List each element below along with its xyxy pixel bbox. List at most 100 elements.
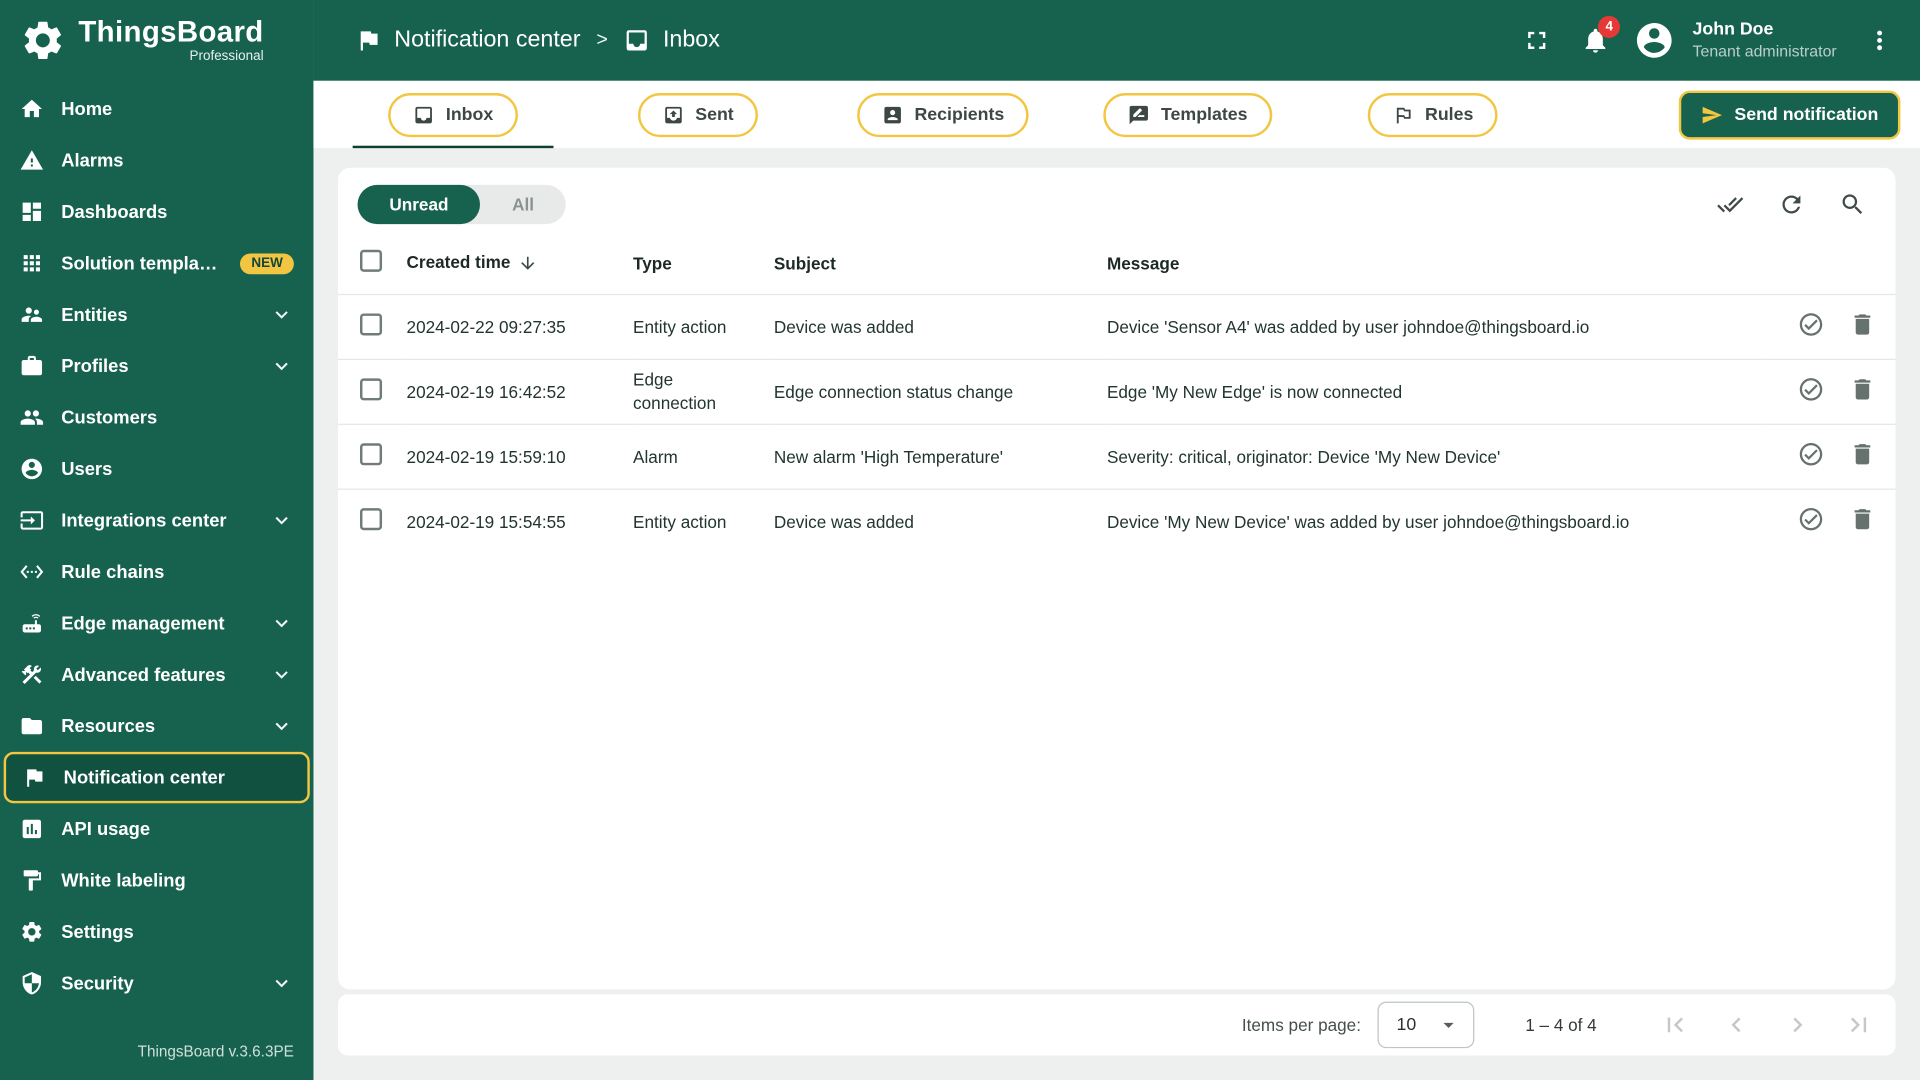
notifications-button[interactable]: 4: [1570, 15, 1621, 66]
ethernet-icon: [20, 565, 44, 579]
sidebar-item-label: Profiles: [61, 355, 129, 377]
row-checkbox[interactable]: [360, 442, 383, 465]
sidebar-item-solution-templates[interactable]: Solution templates NEW: [0, 238, 313, 289]
cell-created-time: 2024-02-19 15:54:55: [406, 488, 634, 555]
app-version: ThingsBoard v.3.6.3PE: [137, 1043, 294, 1061]
fullscreen-icon: [1528, 31, 1546, 49]
user-avatar[interactable]: [1629, 15, 1680, 66]
refresh-button[interactable]: [1778, 191, 1805, 218]
delete-notification-button[interactable]: [1849, 505, 1876, 532]
search-icon: [1842, 194, 1863, 215]
sidebar-item-profiles[interactable]: Profiles: [0, 340, 313, 391]
sidebar-item-users[interactable]: Users: [0, 443, 313, 494]
tab-inbox[interactable]: Inbox: [388, 92, 518, 137]
column-header-type: Type: [633, 252, 672, 273]
paint-icon: [23, 870, 42, 891]
row-checkbox[interactable]: [360, 507, 383, 530]
first-page-button[interactable]: [1660, 1010, 1689, 1039]
mark-as-read-button[interactable]: [1798, 375, 1825, 402]
breadcrumb-label: Notification center: [394, 26, 581, 53]
trash-icon: [1854, 378, 1871, 399]
tab-recipients[interactable]: Recipients: [856, 92, 1029, 137]
delete-notification-button[interactable]: [1849, 375, 1876, 402]
tab-rules[interactable]: Rules: [1367, 92, 1498, 137]
sidebar-item-home[interactable]: Home: [0, 83, 313, 134]
sidebar-item-label: Alarms: [61, 150, 124, 171]
sidebar-item-label: Notification center: [63, 767, 225, 788]
dashboard-icon: [22, 202, 42, 222]
sidebar: ThingsBoard Professional Home Alarms Dashb…: [0, 0, 314, 1080]
row-checkbox[interactable]: [360, 377, 383, 400]
top-bar-actions: 4 John Doe Tenant administrator: [1511, 15, 1905, 66]
read-filter-toggle: Unread All: [357, 184, 566, 225]
mark-as-read-button[interactable]: [1798, 505, 1825, 532]
search-button[interactable]: [1839, 191, 1866, 218]
previous-page-button[interactable]: [1722, 1010, 1751, 1039]
breadcrumb-inbox[interactable]: Inbox: [624, 27, 720, 54]
sidebar-item-advanced-features[interactable]: Advanced features: [0, 649, 313, 700]
sidebar-item-api-usage[interactable]: API usage: [0, 803, 313, 854]
breadcrumb-separator: >: [596, 29, 608, 51]
mark-as-read-button[interactable]: [1798, 440, 1825, 467]
cell-subject: New alarm 'High Temperature': [773, 423, 1107, 490]
flag-outline-icon: [1396, 107, 1411, 123]
filter-unread-option[interactable]: Unread: [357, 184, 481, 225]
tab-label: Recipients: [914, 104, 1005, 125]
table-row[interactable]: 2024-02-19 15:54:55 Entity action Device w…: [337, 488, 1896, 555]
sidebar-item-label: Security: [61, 972, 134, 994]
table-row[interactable]: 2024-02-19 16:42:52 Edge connection Edge c…: [337, 358, 1896, 425]
tab-cell: Recipients: [820, 81, 1065, 148]
tab-cell: Templates: [1065, 81, 1310, 148]
dropdown-arrow-icon: [1442, 1022, 1454, 1028]
last-page-icon: [1850, 1017, 1867, 1033]
sidebar-menu: Home Alarms Dashboards Solution templates NE…: [0, 81, 313, 1029]
tab-sent[interactable]: Sent: [637, 92, 759, 137]
delete-notification-button[interactable]: [1849, 310, 1876, 337]
filter-all-option[interactable]: All: [480, 185, 566, 224]
cell-type: Alarm: [633, 423, 774, 490]
notifications-table: Created time Type Subject Message 2024-0…: [337, 231, 1896, 989]
more-menu-button[interactable]: [1854, 15, 1905, 66]
sidebar-item-dashboards[interactable]: Dashboards: [0, 186, 313, 237]
table-row[interactable]: 2024-02-22 09:27:35 Entity action Device w…: [337, 293, 1896, 360]
breadcrumb-notification-center[interactable]: Notification center: [355, 26, 581, 54]
row-checkbox[interactable]: [360, 312, 383, 335]
sidebar-item-integrations-center[interactable]: Integrations center: [0, 495, 313, 546]
inbox-toolbar: Unread All: [338, 168, 1896, 232]
sidebar-item-white-labeling[interactable]: White labeling: [0, 855, 313, 906]
sidebar-item-notification-center[interactable]: Notification center: [3, 751, 310, 804]
column-header-created-time[interactable]: Created time: [407, 231, 634, 294]
select-all-checkbox[interactable]: [360, 249, 383, 272]
tab-templates[interactable]: Templates: [1103, 92, 1273, 137]
fullscreen-button[interactable]: [1511, 15, 1562, 66]
sidebar-item-label: Edge management: [61, 612, 225, 634]
pagination-nav: [1660, 1010, 1873, 1039]
trash-icon: [1854, 508, 1871, 530]
items-per-page-select[interactable]: 10: [1378, 1001, 1474, 1049]
last-page-button[interactable]: [1844, 1010, 1873, 1039]
table-header-row: Created time Type Subject Message: [338, 231, 1896, 294]
sidebar-item-entities[interactable]: Entities: [0, 289, 313, 340]
sidebar-item-edge-management[interactable]: Edge management: [0, 598, 313, 649]
table-row[interactable]: 2024-02-19 15:59:10 Alarm New alarm 'High …: [337, 423, 1896, 490]
tab-label: Rules: [1425, 104, 1474, 125]
next-page-button[interactable]: [1783, 1010, 1812, 1039]
pagination-range: 1 – 4 of 4: [1525, 1015, 1597, 1035]
delete-notification-button[interactable]: [1849, 440, 1876, 467]
pagination-bar: Items per page: 10 1 – 4 of 4: [337, 994, 1896, 1056]
tab-cell: Sent: [576, 81, 821, 148]
cell-message: Edge 'My New Edge' is now connected: [1106, 358, 1761, 425]
sidebar-item-security[interactable]: Security: [0, 958, 313, 1009]
sidebar-item-settings[interactable]: Settings: [0, 906, 313, 957]
sidebar-item-alarms[interactable]: Alarms: [0, 135, 313, 186]
send-icon: [1703, 106, 1723, 123]
send-notification-button[interactable]: Send notification: [1679, 90, 1901, 139]
first-page-icon: [1667, 1017, 1683, 1033]
cell-created-time: 2024-02-19 15:59:10: [406, 423, 634, 490]
sidebar-item-resources[interactable]: Resources: [0, 700, 313, 751]
sidebar-item-customers[interactable]: Customers: [0, 392, 313, 443]
sidebar-item-label: White labeling: [61, 870, 186, 891]
mark-all-as-read-button[interactable]: [1717, 191, 1744, 218]
mark-as-read-button[interactable]: [1798, 310, 1825, 337]
sidebar-item-rule-chains[interactable]: Rule chains: [0, 546, 313, 597]
